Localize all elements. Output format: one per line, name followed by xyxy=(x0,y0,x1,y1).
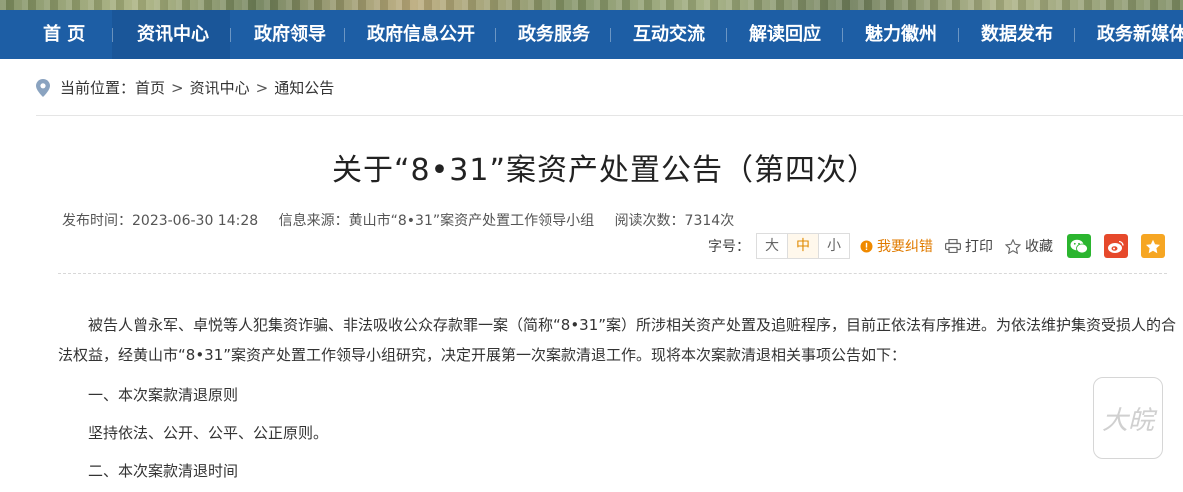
weibo-icon xyxy=(1108,240,1124,253)
report-error-label: 我要纠错 xyxy=(877,239,933,255)
paragraph: 被告人曾永军、卓悦等人犯集资诈骗、非法吸收公众存款罪一案（简称“8•31”案）所… xyxy=(58,316,1177,364)
nav-item-home[interactable]: 首 页 xyxy=(43,10,85,59)
nav-separator xyxy=(610,28,611,42)
nav-item-interpretation[interactable]: 解读回应 xyxy=(749,10,821,59)
alert-icon xyxy=(860,240,873,252)
favorite-link[interactable]: 收藏 xyxy=(1005,236,1053,256)
watermark-logo: 大皖 xyxy=(1093,377,1163,459)
info-source: 信息来源：黄山市“8•31”案资产处置工作领导小组 xyxy=(278,213,595,229)
paragraph: 一、本次案款清退原则 xyxy=(88,386,239,404)
nav-separator xyxy=(112,28,113,42)
nav-separator xyxy=(495,28,496,42)
nav-separator xyxy=(1074,28,1075,42)
weibo-share-button[interactable] xyxy=(1104,234,1128,258)
breadcrumb-link-news-center[interactable]: 资讯中心 xyxy=(190,76,250,100)
article-title: 关于“8•31”案资产处置公告（第四次） xyxy=(331,153,879,188)
publish-time: 发布时间：2023-06-30 14:28 xyxy=(62,213,259,229)
nav-item-data-release[interactable]: 数据发布 xyxy=(981,10,1053,59)
nav-separator xyxy=(958,28,959,42)
header-banner-image xyxy=(0,0,1183,10)
nav-item-new-media[interactable]: 政务新媒体 xyxy=(1097,10,1183,59)
favorite-label: 收藏 xyxy=(1025,239,1053,255)
view-count: 阅读次数：7314次 xyxy=(614,213,735,229)
nav-item-info-disclosure[interactable]: 政府信息公开 xyxy=(367,10,475,59)
article-body: 被告人曾永军、卓悦等人犯集资诈骗、非法吸收公众存款罪一案（简称“8•31”案）所… xyxy=(58,310,1183,492)
article-meta: 发布时间：2023-06-30 14:28 信息来源：黄山市“8•31”案资产处… xyxy=(62,210,750,230)
font-size-large-button[interactable]: 大 xyxy=(757,234,788,258)
location-pin-icon xyxy=(36,79,50,97)
breadcrumb-separator: > xyxy=(255,79,269,97)
meta-divider xyxy=(58,273,1167,274)
breadcrumb-prefix: 当前位置： xyxy=(60,79,136,97)
nav-item-government-leaders[interactable]: 政府领导 xyxy=(254,10,326,59)
breadcrumb-link-home[interactable]: 首页 xyxy=(135,76,165,100)
report-error-link[interactable]: 我要纠错 xyxy=(860,236,933,256)
qzone-share-button[interactable] xyxy=(1141,234,1165,258)
nav-separator xyxy=(726,28,727,42)
wechat-share-button[interactable] xyxy=(1067,234,1091,258)
breadcrumb-link-notices[interactable]: 通知公告 xyxy=(274,76,334,100)
star-outline-icon xyxy=(1005,238,1021,254)
nav-item-huizhou-charm[interactable]: 魅力徽州 xyxy=(865,10,937,59)
nav-item-interaction[interactable]: 互动交流 xyxy=(633,10,705,59)
printer-icon xyxy=(945,239,961,253)
print-link[interactable]: 打印 xyxy=(945,236,993,256)
font-size-switcher: 大 中 小 xyxy=(756,233,850,259)
nav-item-government-services[interactable]: 政务服务 xyxy=(518,10,590,59)
nav-item-news-center[interactable]: 资讯中心 xyxy=(137,10,209,59)
font-size-small-button[interactable]: 小 xyxy=(819,234,849,258)
paragraph: 二、本次案款清退时间 xyxy=(88,462,239,480)
breadcrumb: 当前位置： 首页 > 资讯中心 > 通知公告 xyxy=(36,76,334,100)
print-label: 打印 xyxy=(965,239,993,255)
star-icon xyxy=(1146,239,1160,253)
nav-separator xyxy=(344,28,345,42)
paragraph: 坚持依法、公开、公平、公正原则。 xyxy=(88,424,329,442)
nav-separator xyxy=(842,28,843,42)
article-tools: 字号： 大 中 小 我要纠错 打印 收藏 xyxy=(708,233,1178,259)
font-size-label: 字号： xyxy=(708,239,750,255)
breadcrumb-separator: > xyxy=(171,79,184,97)
main-navigation: 首 页 资讯中心 政府领导 政府信息公开 政务服务 互动交流 解读回应 魅力徽州… xyxy=(0,10,1183,59)
wechat-icon xyxy=(1070,239,1088,253)
font-size-medium-button[interactable]: 中 xyxy=(788,234,819,258)
breadcrumb-divider xyxy=(36,115,1183,116)
nav-separator xyxy=(230,28,231,42)
